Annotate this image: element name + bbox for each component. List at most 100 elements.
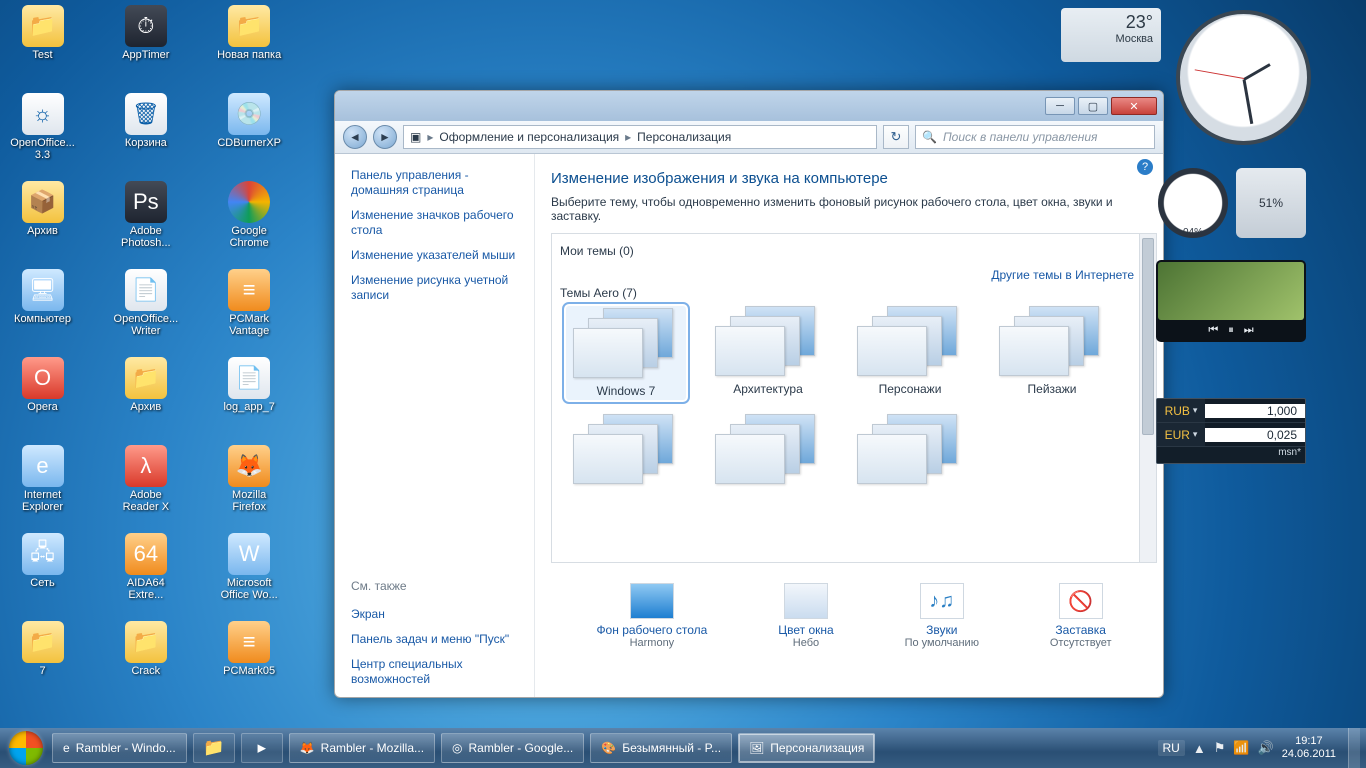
cpu-meter-gadget[interactable]: 04% bbox=[1158, 168, 1228, 238]
refresh-button[interactable]: ↻ bbox=[883, 125, 909, 149]
theme-3[interactable]: Пейзажи bbox=[992, 306, 1112, 400]
currency-row-1[interactable]: EUR ▾0,025 bbox=[1157, 423, 1305, 447]
task-label: Безымянный - P... bbox=[622, 741, 721, 755]
media-pause-icon[interactable]: ⏸ bbox=[1228, 324, 1234, 337]
sidebar-link-2[interactable]: Изменение указателей мыши bbox=[351, 248, 524, 263]
window-titlebar[interactable]: ─ ▢ ✕ bbox=[335, 91, 1163, 121]
breadcrumb-1[interactable]: Оформление и персонализация bbox=[439, 130, 619, 144]
task-6[interactable]: 🖼Персонализация bbox=[738, 733, 875, 763]
sidebar-link-0[interactable]: Панель управления - домашняя страница bbox=[351, 168, 524, 198]
close-button[interactable]: ✕ bbox=[1111, 97, 1157, 115]
desktop-icon-20[interactable]: 📄log_app_7 bbox=[217, 357, 282, 439]
lang-indicator[interactable]: RU bbox=[1158, 740, 1185, 756]
media-gadget[interactable]: ⏮ ⏸ ⏭ bbox=[1156, 260, 1306, 342]
currency-code: RUB ▾ bbox=[1157, 399, 1205, 422]
desktop-icon-4[interactable]: OOpera bbox=[10, 357, 75, 439]
themes-panel: Мои темы (0) Другие темы в Интернете Тем… bbox=[551, 233, 1157, 563]
sidebar-link-3[interactable]: Изменение рисунка учетной записи bbox=[351, 273, 524, 303]
search-input[interactable]: 🔍 Поиск в панели управления bbox=[915, 125, 1155, 149]
desktop-icon-1[interactable]: ☼OpenOffice... 3.3 bbox=[10, 93, 75, 175]
desktop-icon-12[interactable]: 📁Архив bbox=[113, 357, 178, 439]
desktop-ico-glyph: 📄 bbox=[125, 269, 167, 311]
control-panel-icon: ▣ bbox=[410, 130, 421, 144]
desktop-icon-7[interactable]: 📁7 bbox=[10, 621, 75, 703]
ram-meter-gadget[interactable]: 51% bbox=[1236, 168, 1306, 238]
sidebar-seealso-1[interactable]: Панель задач и меню "Пуск" bbox=[351, 632, 524, 647]
desktop-icon-17[interactable]: 💿CDBurnerXP bbox=[217, 93, 282, 175]
task-4[interactable]: ◎Rambler - Google... bbox=[441, 733, 584, 763]
desktop-icon-10[interactable]: PsAdobe Photosh... bbox=[113, 181, 178, 263]
desktop-ico-glyph: 64 bbox=[125, 533, 167, 575]
sidebar-seealso-0[interactable]: Экран bbox=[351, 607, 524, 622]
footer-link[interactable]: Звуки bbox=[926, 623, 957, 637]
desktop-icon-label: OpenOffice... 3.3 bbox=[10, 137, 75, 161]
maximize-button[interactable]: ▢ bbox=[1078, 97, 1108, 115]
desktop-icon-label: Новая папка bbox=[217, 49, 281, 61]
sidebar-seealso-2[interactable]: Центр специальных возможностей bbox=[351, 657, 524, 687]
nav-forward-button[interactable]: ► bbox=[373, 125, 397, 149]
desktop-ico-glyph: 🦊 bbox=[228, 445, 270, 487]
show-desktop-button[interactable] bbox=[1348, 728, 1360, 768]
nav-back-button[interactable]: ◄ bbox=[343, 125, 367, 149]
desktop-icon-23[interactable]: ≡PCMark05 bbox=[217, 621, 282, 703]
desktop-icon-18[interactable]: Google Chrome bbox=[217, 181, 282, 263]
weather-gadget[interactable]: 23° Москва bbox=[1061, 8, 1161, 62]
desktop-icon-2[interactable]: 📦Архив bbox=[10, 181, 75, 263]
desktop-icon-21[interactable]: 🦊Mozilla Firefox bbox=[217, 445, 282, 527]
footer-item-1[interactable]: Цвет окнаНебо bbox=[778, 583, 833, 649]
task-icon: e bbox=[63, 741, 70, 755]
desktop-icon-14[interactable]: 64AIDA64 Extre... bbox=[113, 533, 178, 615]
pinned-icon-1[interactable]: 📁 bbox=[193, 733, 235, 763]
breadcrumb-2[interactable]: Персонализация bbox=[637, 130, 731, 144]
clock-gadget[interactable] bbox=[1176, 10, 1311, 145]
desktop-icon-9[interactable]: 🗑Корзина bbox=[113, 93, 178, 175]
desktop-icon-label: Adobe Reader X bbox=[113, 489, 178, 513]
desktop-icon-6[interactable]: 🖧Сеть bbox=[10, 533, 75, 615]
tray-network-icon[interactable]: 📶 bbox=[1233, 740, 1249, 756]
desktop-icon-19[interactable]: ≡PCMark Vantage bbox=[217, 269, 282, 351]
footer-link[interactable]: Фон рабочего стола bbox=[596, 623, 707, 637]
desktop-icon-16[interactable]: 📁Новая папка bbox=[217, 5, 282, 87]
task-5[interactable]: 🎨Безымянный - P... bbox=[590, 733, 732, 763]
theme-2[interactable]: Персонажи bbox=[850, 306, 970, 400]
desktop-icon-11[interactable]: 📄OpenOffice... Writer bbox=[113, 269, 178, 351]
tray-action-icon[interactable]: ⚑ bbox=[1214, 740, 1226, 756]
theme-extra-1[interactable] bbox=[708, 414, 828, 486]
theme-extra-2[interactable] bbox=[850, 414, 970, 486]
theme-0[interactable]: Windows 7 bbox=[566, 306, 686, 400]
scrollbar[interactable] bbox=[1139, 234, 1156, 562]
footer-item-0[interactable]: Фон рабочего столаHarmony bbox=[596, 583, 707, 649]
desktop-ico-glyph: 📦 bbox=[22, 181, 64, 223]
online-themes-link[interactable]: Другие темы в Интернете bbox=[991, 268, 1134, 282]
start-button[interactable] bbox=[6, 728, 46, 768]
desktop-icon-0[interactable]: 📁Test bbox=[10, 5, 75, 87]
sidebar-link-1[interactable]: Изменение значков рабочего стола bbox=[351, 208, 524, 238]
currency-row-0[interactable]: RUB ▾1,000 bbox=[1157, 399, 1305, 423]
desktop-icon-3[interactable]: 🖥Компьютер bbox=[10, 269, 75, 351]
footer-item-2[interactable]: ♪♫ЗвукиПо умолчанию bbox=[905, 583, 979, 649]
desktop-icon-5[interactable]: eInternet Explorer bbox=[10, 445, 75, 527]
breadcrumb[interactable]: ▣ ▸ Оформление и персонализация ▸ Персон… bbox=[403, 125, 877, 149]
pinned-icon-2[interactable]: ▸ bbox=[241, 733, 283, 763]
desktop-icon-8[interactable]: ⏱AppTimer bbox=[113, 5, 178, 87]
footer-link[interactable]: Цвет окна bbox=[778, 623, 833, 637]
desktop-icon-13[interactable]: λAdobe Reader X bbox=[113, 445, 178, 527]
tray-clock[interactable]: 19:17 24.06.2011 bbox=[1282, 735, 1336, 760]
theme-extra-0[interactable] bbox=[566, 414, 686, 486]
footer-link[interactable]: Заставка bbox=[1055, 623, 1106, 637]
tray-volume-icon[interactable]: 🔊 bbox=[1258, 740, 1274, 756]
desktop-icon-22[interactable]: WMicrosoft Office Wo... bbox=[217, 533, 282, 615]
media-prev-icon[interactable]: ⏮ bbox=[1208, 324, 1218, 337]
currency-gadget[interactable]: RUB ▾1,000EUR ▾0,025msn* bbox=[1156, 398, 1306, 464]
task-3[interactable]: 🦊Rambler - Mozilla... bbox=[289, 733, 435, 763]
minimize-button[interactable]: ─ bbox=[1045, 97, 1075, 115]
desktop-icon-15[interactable]: 📁Crack bbox=[113, 621, 178, 703]
theme-1[interactable]: Архитектура bbox=[708, 306, 828, 400]
footer-item-3[interactable]: 🚫ЗаставкаОтсутствует bbox=[1050, 583, 1112, 649]
media-next-icon[interactable]: ⏭ bbox=[1244, 324, 1254, 337]
task-0[interactable]: eRambler - Windo... bbox=[52, 733, 187, 763]
theme-label: Windows 7 bbox=[597, 384, 656, 398]
sidebar: Панель управления - домашняя страница Изм… bbox=[335, 154, 535, 697]
tray-flag-icon[interactable]: ▲ bbox=[1193, 741, 1206, 756]
desktop-icon-label: PCMark05 bbox=[223, 665, 275, 677]
